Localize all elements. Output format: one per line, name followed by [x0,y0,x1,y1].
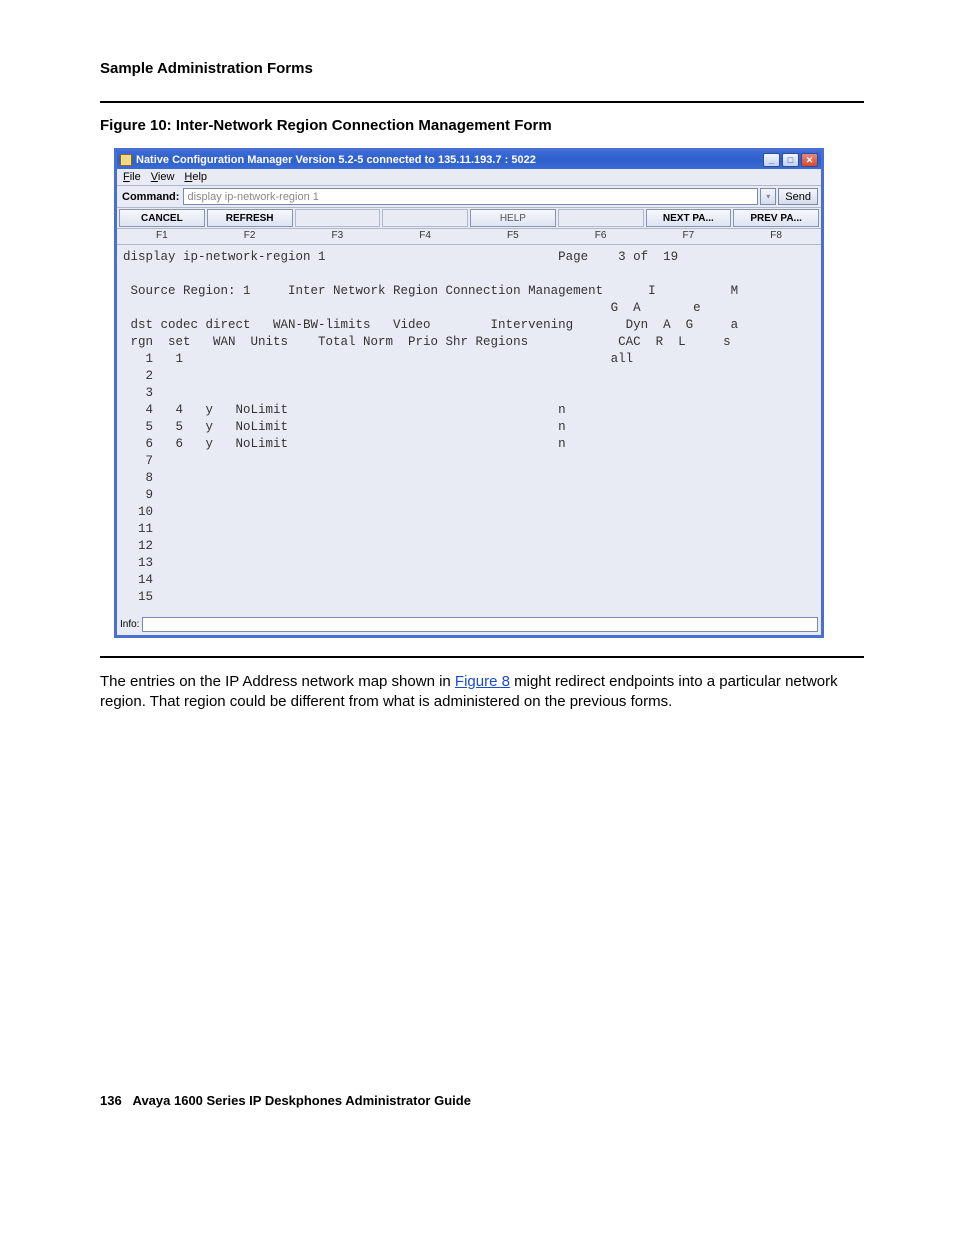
divider [100,101,864,103]
fkey-f4: F4 [382,230,468,241]
menu-help[interactable]: Help [184,171,207,183]
minimize-button[interactable]: _ [763,153,780,167]
terminal-output: display ip-network-region 1 Page 3 of 19… [117,245,821,615]
window-title: Native Configuration Manager Version 5.2… [136,154,763,166]
fkey-f3: F3 [295,230,381,241]
command-history-dropdown[interactable]: ▾ [760,188,776,205]
command-input[interactable] [183,188,758,205]
body-text-pre: The entries on the IP Address network ma… [100,673,455,690]
menubar: File View Help [117,169,821,186]
figure-caption: Figure 10: Inter-Network Region Connecti… [100,117,864,134]
app-window: Native Configuration Manager Version 5.2… [114,148,824,638]
close-button[interactable]: ✕ [801,153,818,167]
send-button[interactable]: Send [778,188,818,205]
command-label: Command: [120,191,181,203]
section-title: Sample Administration Forms [100,60,864,77]
figure-link[interactable]: Figure 8 [455,673,510,690]
fkey-f7: F7 [646,230,732,241]
body-paragraph: The entries on the IP Address network ma… [100,672,864,713]
fkey-f8: F8 [733,230,819,241]
maximize-button[interactable]: □ [782,153,799,167]
fkey-row: F1 F2 F3 F4 F5 F6 F7 F8 [117,229,821,245]
next-page-button[interactable]: NEXT PA... [646,209,732,227]
f4-button[interactable] [382,209,468,227]
page-number: 136 [100,1093,122,1108]
f3-button[interactable] [295,209,381,227]
cancel-button[interactable]: CANCEL [119,209,205,227]
fkey-f5: F5 [470,230,556,241]
titlebar: Native Configuration Manager Version 5.2… [117,151,821,169]
info-bar: Info: [117,615,821,635]
menu-view[interactable]: View [151,171,175,183]
f6-button[interactable] [558,209,644,227]
divider [100,656,864,658]
footer-title: Avaya 1600 Series IP Deskphones Administ… [133,1093,471,1108]
fkey-f2: F2 [207,230,293,241]
page-footer: 136 Avaya 1600 Series IP Deskphones Admi… [100,1093,864,1108]
info-label: Info: [120,619,139,630]
prev-page-button[interactable]: PREV PA... [733,209,819,227]
toolbar: CANCEL REFRESH HELP NEXT PA... PREV PA..… [117,208,821,229]
fkey-f6: F6 [558,230,644,241]
command-bar: Command: ▾ Send [117,186,821,208]
refresh-button[interactable]: REFRESH [207,209,293,227]
app-icon [120,154,132,166]
info-field[interactable] [142,617,818,632]
menu-file[interactable]: File [123,171,141,183]
fkey-f1: F1 [119,230,205,241]
help-button[interactable]: HELP [470,209,556,227]
